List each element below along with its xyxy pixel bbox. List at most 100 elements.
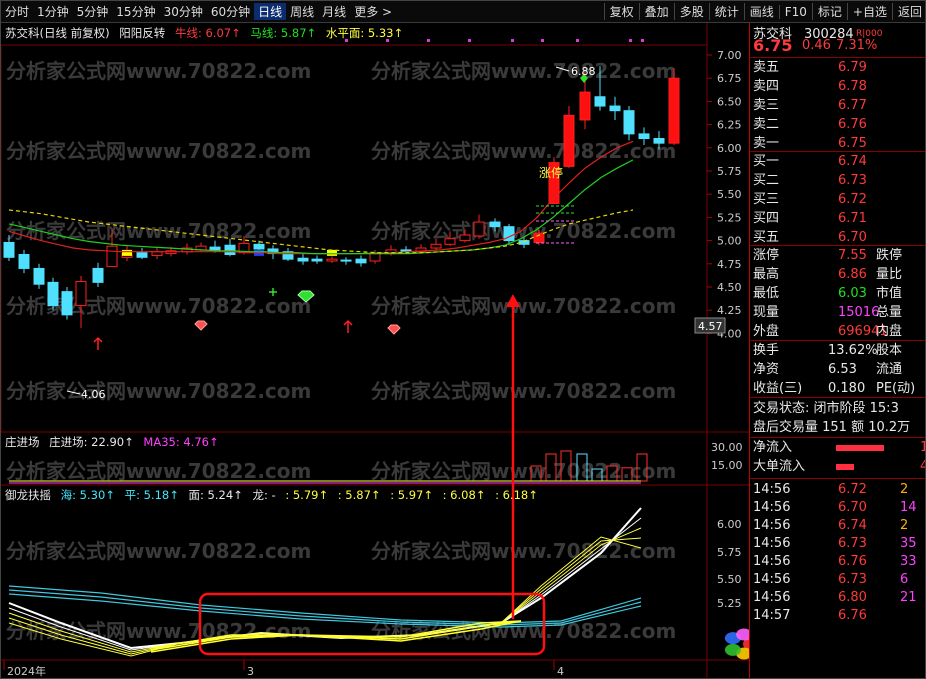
period-tab[interactable]: 30分钟 <box>160 3 207 20</box>
axis-tick-label: 4.25 <box>717 304 742 317</box>
niu-line-value: 牛线: 6.07↑ <box>174 26 241 40</box>
flow-bar <box>836 445 884 451</box>
indicator-name: 庄进场 <box>5 435 40 449</box>
tool-button[interactable]: 叠加 <box>638 3 674 20</box>
period-more[interactable]: 更多 > <box>350 3 396 20</box>
period-tab[interactable]: 月线 <box>318 3 350 20</box>
candle-body <box>92 267 104 283</box>
candle-body <box>459 234 471 242</box>
watermark-text: 分析家公式网www.70822.com <box>6 139 311 163</box>
candle-body <box>209 246 221 251</box>
tool-button[interactable]: 标记 <box>811 3 847 20</box>
axis-tick-label: 4.75 <box>717 258 742 271</box>
tool-button[interactable]: 返回 <box>891 3 925 20</box>
tick-price: 6.72 <box>838 482 867 497</box>
tool-button[interactable]: +自选 <box>846 3 892 20</box>
quote-panel: 苏交科 300284 R|000 6.75 0.46 7.31% 卖五 6.79 卖… <box>749 23 925 678</box>
period-tab[interactable]: 1分钟 <box>33 3 73 20</box>
indicator-name: 阳阳反转 <box>119 26 166 40</box>
tick-time: 14:56 <box>753 590 791 605</box>
candle-body <box>609 105 621 112</box>
top-dot <box>511 39 514 42</box>
axis-tick-label: 6.50 <box>717 95 742 108</box>
tick-price: 6.70 <box>838 500 867 515</box>
tool-button[interactable]: 统计 <box>708 3 744 20</box>
level-price: 6.78 <box>838 79 867 94</box>
level-price: 6.72 <box>838 192 867 207</box>
field-label: 量比 <box>876 267 903 282</box>
candles <box>3 66 680 328</box>
top-dot <box>641 39 644 42</box>
high-label: 6.88 <box>571 65 596 78</box>
status-row: 交易状态: 闭市阶段 15:3 <box>750 399 925 418</box>
level-price: 6.71 <box>838 211 867 226</box>
tick-row: 14:56 6.74 2 <box>750 516 925 535</box>
axis-tick-label: 6.25 <box>717 119 742 132</box>
period-tab[interactable]: 15分钟 <box>112 3 159 20</box>
field-value: 6.86 <box>838 267 867 282</box>
l4-value: : 6.08↑ <box>442 488 486 502</box>
axis-tick-label: 5.75 <box>717 165 742 178</box>
level-label: 卖四 <box>753 79 780 94</box>
zhuang-value: 庄进场: 22.90↑ <box>49 435 134 449</box>
red-diamond <box>387 324 401 335</box>
field-label: 跌停 <box>876 248 903 263</box>
period-tab-daily[interactable]: 日线 <box>254 3 287 20</box>
top-dot <box>427 39 430 42</box>
field-label: 总量 <box>876 305 903 320</box>
flow-value: 1. <box>920 438 925 457</box>
tool-button[interactable]: F10 <box>778 4 812 19</box>
l2-value: : 5.87↑ <box>337 488 381 502</box>
axis-tick-label: 6.00 <box>717 518 742 531</box>
divider <box>750 478 925 479</box>
candle-body <box>638 133 650 140</box>
candle-body <box>594 96 606 107</box>
candle-body <box>326 258 338 262</box>
tick-row: 14:56 6.72 2 <box>750 480 925 499</box>
tick-volume: 2 <box>900 518 909 533</box>
watermark-text: 分析家公式网www.70822.com <box>371 59 676 83</box>
level-price: 6.73 <box>838 173 867 188</box>
tick-row: 14:56 6.80 21 <box>750 588 925 607</box>
hai-value: 海: 5.30↑ <box>60 488 115 502</box>
tool-button[interactable]: 多股 <box>673 3 709 20</box>
level-label: 卖五 <box>753 60 780 75</box>
period-tab[interactable]: 60分钟 <box>207 3 254 20</box>
period-tab[interactable]: 分时 <box>1 3 33 20</box>
field-value: 13.62% <box>828 343 878 358</box>
bid-row: 买二 6.73 <box>750 171 925 190</box>
flow-value: 45 <box>920 457 925 476</box>
kline-chart[interactable]: 分析家公式网www.70822.com 分析家公式网www.70822.com 分析… <box>1 23 749 679</box>
candle-body <box>668 77 680 144</box>
axis-tick-label: 4.50 <box>717 281 742 294</box>
candle-body <box>623 110 635 135</box>
status-text: 交易状态: 闭市阶段 15:3 <box>753 401 899 416</box>
field-value: 15016 <box>838 305 880 320</box>
tick-time: 14:56 <box>753 554 791 569</box>
candle-body <box>355 258 367 264</box>
watermark: 分析家公式网www.70822.com 分析家公式网www.70822.com 分析… <box>6 59 676 643</box>
quote-row: 外盘 696941 内盘 <box>750 322 925 341</box>
watermark-text: 分析家公式网www.70822.com <box>371 294 676 318</box>
candle-body <box>297 257 309 262</box>
tick-price: 6.76 <box>838 608 867 623</box>
ask-row: 卖三 6.77 <box>750 96 925 115</box>
logo-petal <box>724 643 741 656</box>
level-price: 6.74 <box>838 154 867 169</box>
period-tab[interactable]: 周线 <box>286 3 318 20</box>
tick-row: 14:57 6.76 <box>750 606 925 625</box>
candle-body <box>489 221 501 228</box>
vol-info: 庄进场 庄进场: 22.90↑ MA35: 4.76↑ <box>5 434 225 450</box>
candle-body <box>33 267 45 285</box>
axis-tick-label: 5.25 <box>717 597 742 610</box>
candle-body <box>430 243 442 249</box>
level-label: 卖三 <box>753 98 780 113</box>
tool-button[interactable]: 画线 <box>743 3 779 20</box>
logo: 分析家公式网www.70822.com <box>724 628 749 660</box>
period-tab[interactable]: 5分钟 <box>73 3 113 20</box>
zhangting-label: 涨停 <box>539 165 563 180</box>
main-info: 苏交科(日线 前复权) 阳阳反转 牛线: 6.07↑ 马线: 5.87↑ 水平面… <box>5 25 409 41</box>
ping-value: 平: 5.18↑ <box>124 488 179 502</box>
tool-button[interactable]: 复权 <box>603 3 639 20</box>
tick-time: 14:56 <box>753 500 791 515</box>
